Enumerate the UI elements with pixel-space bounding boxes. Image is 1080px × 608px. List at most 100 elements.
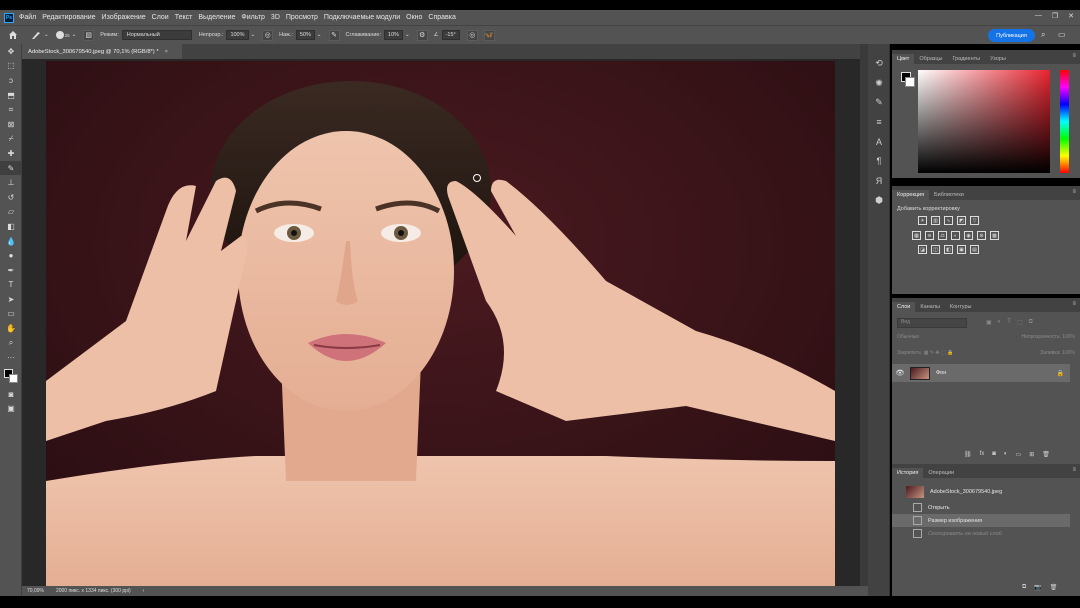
menu-view[interactable]: Просмотр: [286, 14, 318, 21]
filter-adjustment-icon[interactable]: ◐: [998, 319, 1002, 326]
tab-actions[interactable]: Операции: [923, 468, 959, 478]
color-swatches[interactable]: [0, 365, 22, 387]
menu-file[interactable]: Файл: [19, 14, 36, 21]
frame-tool-icon[interactable]: ⊠: [0, 117, 22, 132]
pen-tool-icon[interactable]: ✒: [0, 263, 22, 278]
new-snapshot-icon[interactable]: 📷: [1034, 584, 1041, 591]
document-tab-close-icon[interactable]: ×: [165, 49, 168, 55]
path-select-tool-icon[interactable]: ➤: [0, 292, 22, 307]
crop-tool-icon[interactable]: ⌗: [0, 102, 22, 117]
tab-history[interactable]: История: [892, 468, 924, 478]
panel-menu-icon[interactable]: ≡: [1072, 53, 1076, 59]
new-document-from-state-icon[interactable]: ⧉: [1022, 584, 1026, 591]
opacity-input[interactable]: 100%: [226, 30, 249, 40]
gradient-map-icon[interactable]: ▤: [970, 245, 979, 254]
new-adjustment-layer-icon[interactable]: ◐: [1004, 451, 1008, 458]
flow-input[interactable]: 50%: [295, 30, 315, 40]
status-menu-arrow[interactable]: ›: [143, 588, 145, 594]
menu-help[interactable]: Справка: [428, 14, 455, 21]
clone-stamp-tool-icon[interactable]: ⊥: [0, 175, 22, 190]
tab-swatches[interactable]: Образцы: [914, 54, 947, 64]
brush-size-picker[interactable]: 25 ⌄: [55, 31, 76, 39]
channel-mixer-icon[interactable]: ⊛: [977, 231, 986, 240]
symmetry-icon[interactable]: 🦋: [483, 29, 495, 41]
selective-color-icon[interactable]: ▣: [957, 245, 966, 254]
exposure-icon[interactable]: ◩: [957, 216, 966, 225]
delete-state-icon[interactable]: 🗑: [1050, 584, 1058, 591]
document-tab[interactable]: AdobeStock_300679540.jpeg @ 70,1% (RGB/8…: [22, 44, 182, 59]
color-picker-field[interactable]: [918, 70, 1050, 173]
object-select-tool-icon[interactable]: ⬒: [0, 88, 22, 103]
tab-patterns[interactable]: Узоры: [985, 54, 1011, 64]
dodge-tool-icon[interactable]: ●: [0, 248, 22, 263]
menu-3d[interactable]: 3D: [271, 14, 280, 21]
filter-type-icon[interactable]: T: [1007, 319, 1011, 326]
tab-color[interactable]: Цвет: [892, 54, 915, 64]
eraser-tool-icon[interactable]: ▱: [0, 205, 22, 220]
smoothing-chevron-icon[interactable]: ⌄: [405, 32, 410, 38]
layer-filter-dropdown[interactable]: Вид: [897, 318, 967, 328]
shape-tool-icon[interactable]: ▭: [0, 307, 22, 322]
history-item[interactable]: Открыть: [892, 501, 1070, 514]
background-color-swatch[interactable]: [9, 374, 18, 384]
tab-channels[interactable]: Каналы: [915, 302, 945, 312]
lock-pixels-icon[interactable]: ▦ ✎ ✥ ⬚ 🔒: [924, 350, 954, 356]
menu-image[interactable]: Изображение: [102, 14, 146, 21]
layer-row[interactable]: 👁 Фон 🔒: [892, 364, 1070, 382]
adjustments-panel-icon[interactable]: ✺: [868, 74, 890, 94]
tab-paths[interactable]: Контуры: [945, 302, 977, 312]
blur-tool-icon[interactable]: 💧: [0, 234, 22, 249]
color-balance-icon[interactable]: ⚖: [938, 231, 947, 240]
panel-menu-icon[interactable]: ≡: [1072, 189, 1076, 195]
history-item-selected[interactable]: Размер изображения: [892, 514, 1070, 527]
hue-saturation-icon[interactable]: ≋: [925, 231, 934, 240]
3d-panel-icon[interactable]: ⬢: [868, 191, 890, 211]
layer-name[interactable]: Фон: [936, 370, 946, 376]
color-lookup-icon[interactable]: ▩: [990, 231, 999, 240]
hue-slider[interactable]: [1060, 70, 1069, 173]
opacity-chevron-icon[interactable]: ⌄: [251, 32, 256, 38]
blend-mode-dropdown[interactable]: Обычные: [897, 334, 919, 340]
threshold-icon[interactable]: ◧: [944, 245, 953, 254]
workspace-icon[interactable]: ▭: [1058, 30, 1066, 39]
gradient-tool-icon[interactable]: ◧: [0, 219, 22, 234]
filter-pixel-icon[interactable]: ▣: [986, 319, 992, 326]
publish-button[interactable]: Публикация: [988, 29, 1035, 42]
vertical-scrollbar[interactable]: [860, 44, 868, 586]
minimize-button[interactable]: —: [1035, 12, 1042, 20]
tab-layers[interactable]: Слои: [892, 302, 916, 312]
lasso-tool-icon[interactable]: ↄ: [0, 73, 22, 88]
pressure-opacity-icon[interactable]: ◎: [262, 29, 274, 41]
brush-settings-panel-icon[interactable]: ✎: [868, 93, 890, 113]
airbrush-icon[interactable]: ✎: [328, 29, 340, 41]
panel-menu-icon[interactable]: ≡: [1072, 467, 1076, 473]
brush-settings-icon[interactable]: ▧: [83, 29, 95, 41]
fill-input[interactable]: 100%: [1062, 350, 1075, 356]
type-tool-icon[interactable]: T: [0, 278, 22, 293]
photo-filter-icon[interactable]: ◉: [964, 231, 973, 240]
filter-shape-icon[interactable]: ⬚: [1017, 319, 1023, 326]
layer-style-icon[interactable]: fx: [980, 451, 985, 458]
menu-filter[interactable]: Фильтр: [241, 14, 265, 21]
history-item-undone[interactable]: Скопировать на новый слой: [892, 527, 1070, 540]
vibrance-icon[interactable]: ▦: [912, 231, 921, 240]
tab-libraries[interactable]: Библиотеки: [929, 190, 969, 200]
brush-tool-preset-icon[interactable]: ⌄: [30, 30, 49, 40]
posterize-icon[interactable]: ◫: [931, 245, 940, 254]
marquee-tool-icon[interactable]: ⬚: [0, 59, 22, 74]
smoothing-input[interactable]: 10%: [384, 30, 404, 40]
layer-visibility-eye-icon[interactable]: 👁: [892, 369, 908, 377]
curves-icon[interactable]: ∿: [944, 216, 953, 225]
history-panel-icon[interactable]: ⟲: [868, 54, 890, 74]
tab-gradients[interactable]: Градиенты: [947, 54, 985, 64]
character-panel-icon[interactable]: A: [868, 132, 890, 152]
home-icon[interactable]: [8, 30, 18, 40]
history-snapshot[interactable]: AdobeStock_300679540.jpeg: [892, 484, 1070, 499]
brush-tool-icon[interactable]: ✎: [0, 160, 22, 176]
hand-tool-icon[interactable]: ✋: [0, 321, 22, 336]
delete-layer-icon[interactable]: 🗑: [1042, 451, 1050, 458]
move-tool-icon[interactable]: ✥: [0, 44, 22, 59]
new-layer-icon[interactable]: ⊞: [1029, 451, 1034, 458]
history-brush-tool-icon[interactable]: ↺: [0, 190, 22, 205]
invert-icon[interactable]: ◪: [918, 245, 927, 254]
